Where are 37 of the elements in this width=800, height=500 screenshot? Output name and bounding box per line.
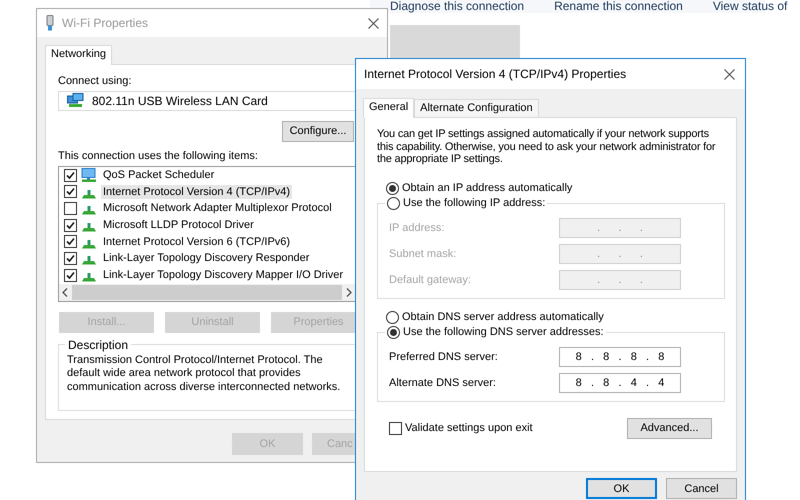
list-item[interactable]: Microsoft Network Adapter Multiplexor Protocol	[101, 201, 334, 216]
adapter-name: 802.11n USB Wireless LAN Card	[92, 94, 268, 108]
radio-button[interactable]: Obtain an IP address automatically	[386, 182, 724, 194]
field-label: Alternate DNS server:	[389, 376, 497, 388]
field-label: IP address:	[389, 222, 446, 234]
list-item[interactable]: QoS Packet Scheduler	[101, 168, 216, 182]
radio-button[interactable]: Obtain DNS server address automatically	[386, 310, 724, 324]
ip-address-field[interactable]: 8 . 8 . 4 . 4	[559, 372, 681, 392]
window-title: Internet Protocol Version 4 (TCP/IPv4) Properties	[364, 67, 628, 81]
button[interactable]: Cancel	[666, 478, 737, 499]
tab[interactable]: Networking	[45, 45, 112, 65]
field-label: Preferred DNS server:	[389, 350, 499, 362]
field-label: Connect using:	[58, 75, 132, 87]
radio-button[interactable]: Use the following DNS server addresses:	[387, 326, 604, 338]
button[interactable]: Configure...	[282, 120, 354, 142]
button[interactable]: OK	[586, 478, 657, 499]
toolbar-link[interactable]: View status of	[712, 0, 788, 12]
tab[interactable]: Alternate Configuration	[414, 99, 539, 117]
field-label: Default gateway:	[389, 274, 472, 286]
ip-address-field[interactable]: 8 . 8 . 8 . 8	[559, 346, 681, 366]
group-title: Description	[67, 338, 130, 352]
window-title: Wi-Fi Properties	[62, 16, 150, 30]
toolbar-link[interactable]: Rename this connection	[554, 0, 683, 12]
list-item[interactable]: Microsoft LLDP Protocol Driver	[101, 218, 256, 232]
tab[interactable]: General	[363, 98, 414, 118]
list-item[interactable]: Link-Layer Topology Discovery Responder	[101, 251, 312, 266]
description-text: Transmission Control Protocol/Internet Protocol. The default wide area network protocol that provides communication across diverse interconnected networks.	[67, 354, 342, 394]
field-label: This connection uses the following items:	[58, 150, 259, 162]
intro-text: You can get IP settings assigned automatically if your network supports this capability. Otherwise, you need to ask your network administrator for the appropriate IP settings.	[377, 128, 716, 166]
checkbox[interactable]: Validate settings upon exit	[389, 422, 533, 434]
toolbar-link[interactable]: Diagnose this connection	[390, 0, 524, 12]
list-item[interactable]: Internet Protocol Version 4 (TCP/IPv4)	[101, 184, 292, 199]
list-item[interactable]: Internet Protocol Version 6 (TCP/IPv6)	[101, 234, 292, 249]
button[interactable]: Advanced...	[627, 418, 712, 438]
list-item[interactable]: Link-Layer Topology Discovery Mapper I/O Driver	[101, 268, 346, 282]
radio-button[interactable]: Use the following IP address:	[387, 196, 546, 210]
field-label: Subnet mask:	[389, 248, 458, 260]
